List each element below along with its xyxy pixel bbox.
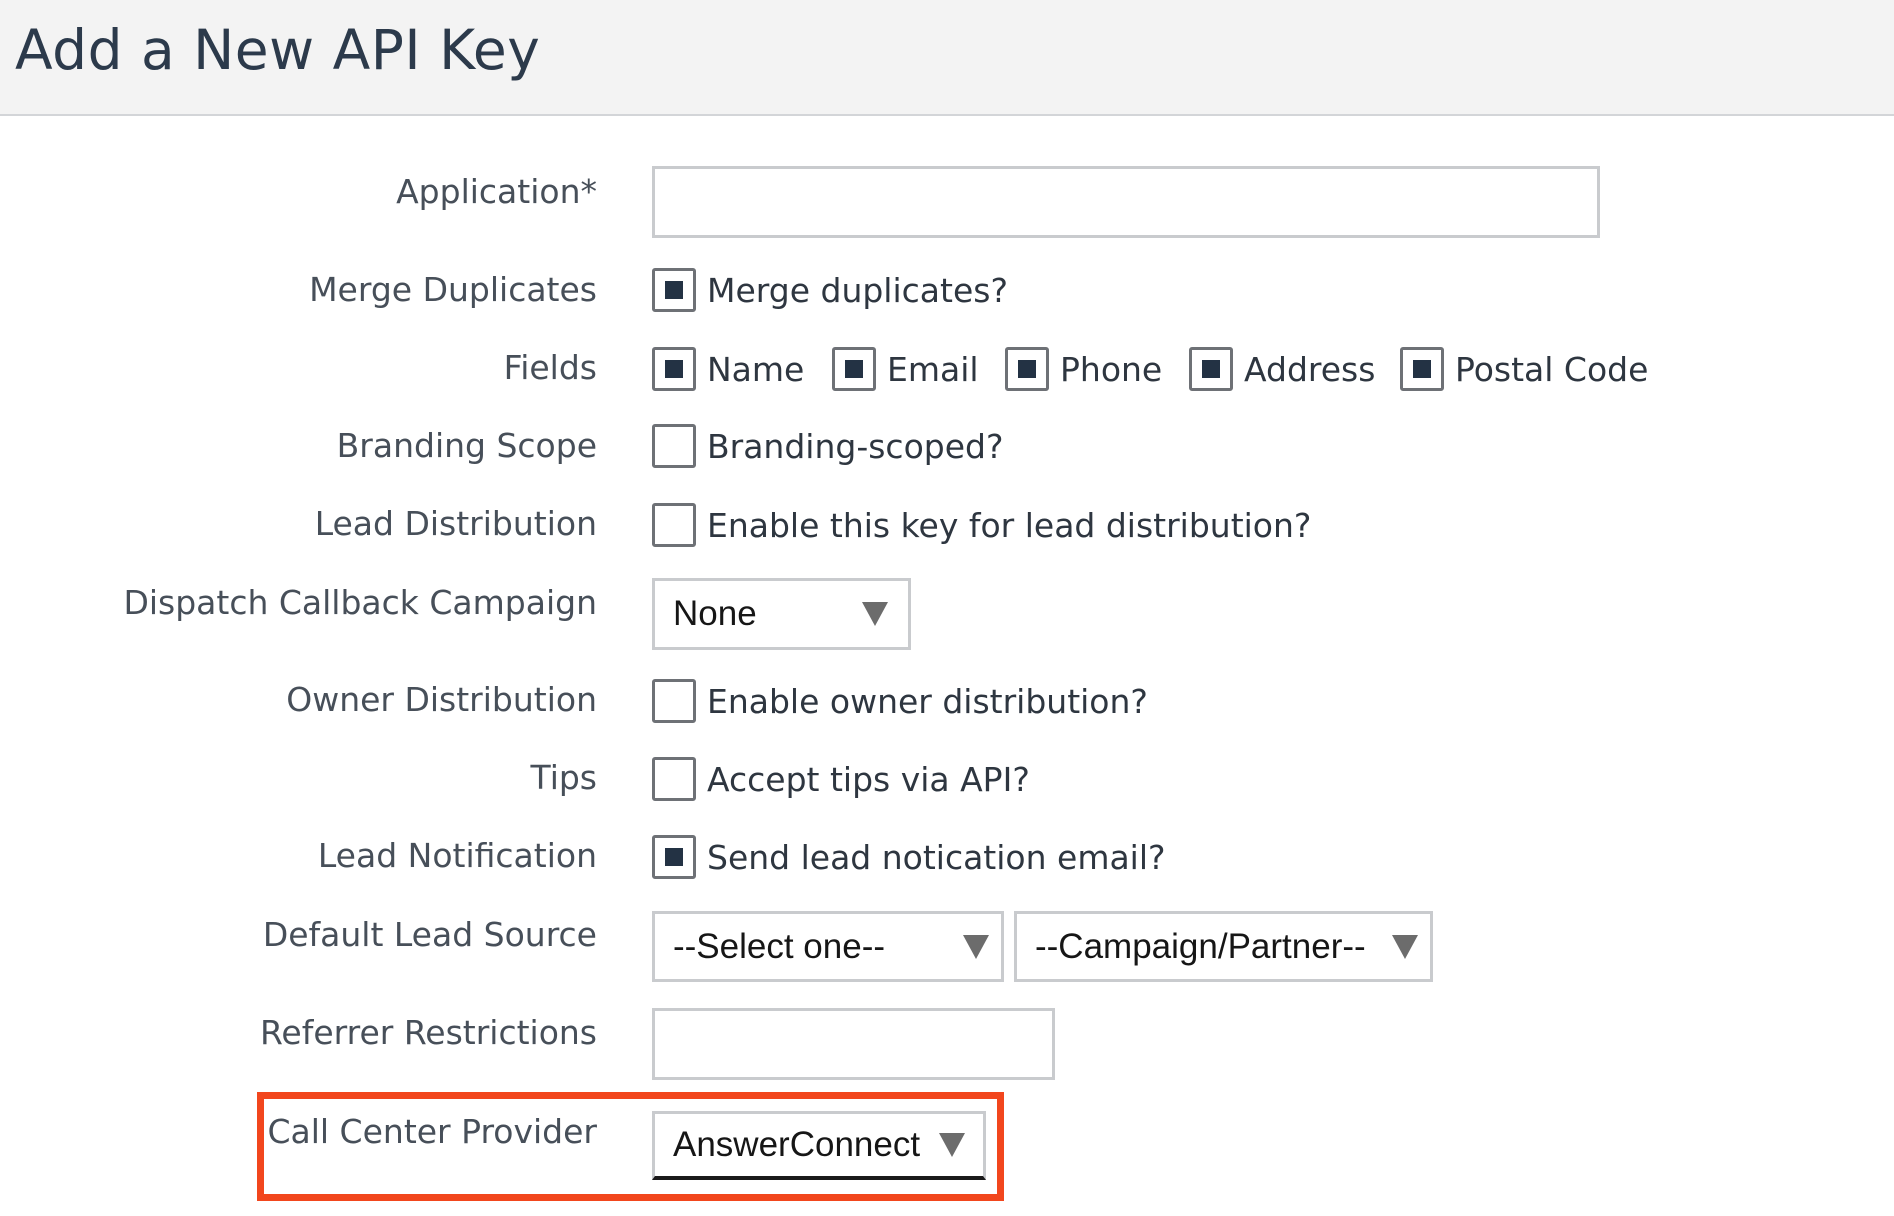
page-header: Add a New API Key <box>0 0 1894 116</box>
merge-duplicates-checkbox[interactable] <box>652 268 696 312</box>
call-center-provider-label: Call Center Provider <box>267 1112 597 1151</box>
field-phone-checkbox[interactable] <box>1005 347 1049 391</box>
page-title: Add a New API Key <box>15 18 541 82</box>
campaign-partner-select[interactable]: --Campaign/Partner-- <box>1014 911 1433 982</box>
lead-notification-label: Lead Notification <box>317 836 597 875</box>
default-lead-source-label: Default Lead Source <box>262 915 597 954</box>
field-name-label: Name <box>707 350 805 389</box>
field-email-checkbox[interactable] <box>832 347 876 391</box>
chevron-down-icon <box>1392 934 1418 959</box>
merge-duplicates-checkbox-label: Merge duplicates? <box>707 271 1008 310</box>
call-center-provider-value: AnswerConnect <box>673 1125 921 1164</box>
dispatch-callback-campaign-label: Dispatch Callback Campaign <box>123 583 597 622</box>
owner-distribution-checkbox-label: Enable owner distribution? <box>707 682 1148 721</box>
field-postal-code-checkbox[interactable] <box>1400 347 1444 391</box>
lead-source-value: --Select one-- <box>673 926 886 966</box>
lead-distribution-checkbox-label: Enable this key for lead distribution? <box>707 506 1312 545</box>
field-postal-code-label: Postal Code <box>1455 350 1649 389</box>
owner-distribution-checkbox[interactable] <box>652 679 696 723</box>
lead-distribution-checkbox[interactable] <box>652 503 696 547</box>
field-address-checkbox[interactable] <box>1189 347 1233 391</box>
accept-tips-checkbox-label: Accept tips via API? <box>707 760 1030 799</box>
field-phone-label: Phone <box>1060 350 1163 389</box>
accept-tips-checkbox[interactable] <box>652 757 696 801</box>
dispatch-callback-campaign-select[interactable]: None <box>652 578 911 650</box>
field-address-label: Address <box>1244 350 1376 389</box>
branding-scope-label: Branding Scope <box>336 426 597 465</box>
referrer-restrictions-input[interactable] <box>652 1008 1055 1080</box>
lead-notification-checkbox-label: Send lead notication email? <box>707 838 1166 877</box>
branding-scoped-checkbox-label: Branding-scoped? <box>707 427 1004 466</box>
application-label: Application* <box>396 172 597 211</box>
tips-label: Tips <box>530 758 597 797</box>
application-input[interactable] <box>652 166 1600 238</box>
chevron-down-icon <box>963 934 989 959</box>
dispatch-callback-campaign-value: None <box>673 594 757 633</box>
chevron-down-icon <box>862 602 888 626</box>
referrer-restrictions-label: Referrer Restrictions <box>259 1013 597 1052</box>
lead-source-select[interactable]: --Select one-- <box>652 911 1004 982</box>
field-email-label: Email <box>887 350 979 389</box>
fields-label: Fields <box>503 348 597 387</box>
merge-duplicates-label: Merge Duplicates <box>309 270 597 309</box>
owner-distribution-label: Owner Distribution <box>286 680 597 719</box>
campaign-partner-value: --Campaign/Partner-- <box>1035 926 1366 966</box>
field-name-checkbox[interactable] <box>652 347 696 391</box>
lead-notification-checkbox[interactable] <box>652 835 696 879</box>
call-center-provider-select[interactable]: AnswerConnect <box>652 1111 986 1180</box>
chevron-down-icon <box>939 1133 965 1157</box>
lead-distribution-label: Lead Distribution <box>314 504 597 543</box>
branding-scoped-checkbox[interactable] <box>652 424 696 468</box>
